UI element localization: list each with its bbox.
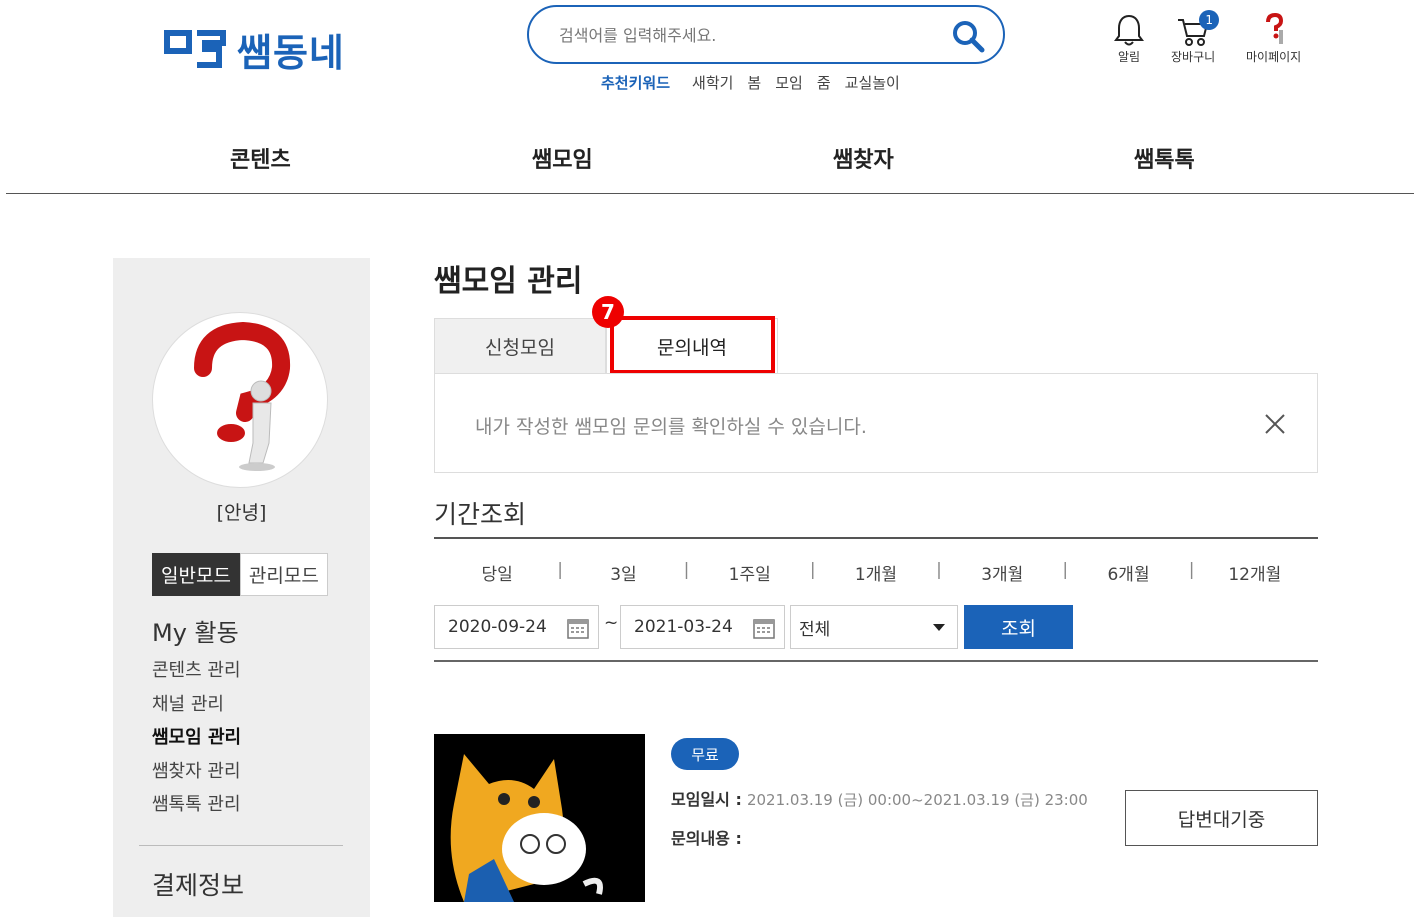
period-options: 당일 3일 1주일 1개월 3개월 6개월 12개월 xyxy=(434,560,1318,585)
keyword-item[interactable]: 새학기 xyxy=(692,72,733,93)
answer-status-button[interactable]: 답변대기중 xyxy=(1125,790,1318,846)
calendar-icon[interactable] xyxy=(566,616,590,640)
logo-icon xyxy=(164,29,226,68)
sidebar-divider xyxy=(139,845,343,846)
meeting-datetime: 모임일시 : 2021.03.19 (금) 00:00~2021.03.19 (… xyxy=(671,786,1088,810)
period-1month[interactable]: 1개월 xyxy=(810,560,939,585)
notice-box: 내가 작성한 쌤모임 문의를 확인하실 수 있습니다. xyxy=(434,373,1318,473)
close-icon[interactable] xyxy=(1263,412,1287,436)
mode-toggle: 일반모드 관리모드 xyxy=(152,553,328,596)
alarm-button[interactable]: 알림 xyxy=(1114,12,1144,65)
activity-title: My 활동 xyxy=(152,619,239,647)
keywords-label: 추천키워드 xyxy=(601,74,671,92)
nav-find-teacher[interactable]: 쌤찾자 xyxy=(833,142,894,174)
keyword-item[interactable]: 줌 xyxy=(817,72,831,93)
alarm-label: 알림 xyxy=(1117,50,1141,64)
sidebar-item-meetings[interactable]: 쌤모임 관리 xyxy=(152,723,241,757)
cart-button[interactable]: 1 장바구니 xyxy=(1171,10,1220,65)
mypage-button[interactable]: 마이페이지 xyxy=(1246,12,1301,65)
chevron-down-icon xyxy=(933,624,945,631)
sidebar-item-channel[interactable]: 채널 관리 xyxy=(152,690,241,724)
notice-text: 내가 작성한 쌤모임 문의를 확인하실 수 있습니다. xyxy=(475,416,867,438)
date-from-value: 2020-09-24 xyxy=(448,617,547,637)
period-title: 기간조회 xyxy=(434,500,527,529)
sidebar-item-contents[interactable]: 콘텐츠 관리 xyxy=(152,656,241,690)
status-select[interactable]: 전체 xyxy=(790,605,958,649)
step-marker: 7 xyxy=(592,296,624,328)
search-icon[interactable] xyxy=(951,19,985,53)
page-title: 쌤모임 관리 xyxy=(434,264,583,299)
sidebar-item-talk[interactable]: 쌤톡톡 관리 xyxy=(152,790,241,824)
calendar-icon[interactable] xyxy=(752,616,776,640)
date-to-value: 2021-03-24 xyxy=(634,617,733,637)
period-12months[interactable]: 12개월 xyxy=(1189,560,1318,585)
bell-icon xyxy=(1114,14,1144,46)
search-button[interactable]: 조회 xyxy=(964,605,1073,649)
tab-applied-meetings[interactable]: 신청모임 xyxy=(434,318,606,374)
cart-count-badge: 1 xyxy=(1199,10,1220,30)
search-input[interactable] xyxy=(559,21,939,49)
inquiry-label: 문의내용 : xyxy=(671,829,742,848)
payment-title[interactable]: 결제정보 xyxy=(152,866,244,902)
datetime-value: 2021.03.19 (금) 00:00~2021.03.19 (금) 23:0… xyxy=(746,791,1088,809)
mypage-label: 마이페이지 xyxy=(1246,50,1302,64)
date-to-field[interactable]: 2021-03-24 xyxy=(620,605,785,649)
search-bar xyxy=(527,5,1005,64)
cat-dog-illustration xyxy=(434,734,645,902)
date-separator: ~ xyxy=(604,613,619,633)
nickname: [안녕] xyxy=(216,502,267,524)
sidebar: [안녕] 일반모드 관리모드 My 활동 콘텐츠 관리 채널 관리 쌤모임 관리… xyxy=(113,258,370,917)
tab-inquiries[interactable]: 문의내역 xyxy=(606,318,778,374)
logo[interactable]: 쌤동네 xyxy=(163,22,345,77)
recommended-keywords: 추천키워드 새학기 봄 모임 줌 교실놀이 xyxy=(601,72,900,93)
admin-mode-button[interactable]: 관리모드 xyxy=(239,553,328,596)
activity-menu: 콘텐츠 관리 채널 관리 쌤모임 관리 쌤찾자 관리 쌤톡톡 관리 xyxy=(152,656,241,824)
logo-text: 쌤동네 xyxy=(237,31,345,75)
meeting-thumbnail[interactable] xyxy=(434,734,645,902)
nav-talk[interactable]: 쌤톡톡 xyxy=(1134,142,1195,174)
status-select-value: 전체 xyxy=(799,619,831,640)
period-3days[interactable]: 3일 xyxy=(557,560,686,585)
keyword-item[interactable]: 모임 xyxy=(775,72,803,93)
datetime-label: 모임일시 : xyxy=(671,790,742,809)
period-today[interactable]: 당일 xyxy=(434,560,560,585)
main-navigation: 콘텐츠 쌤모임 쌤찾자 쌤톡톡 xyxy=(6,140,1414,194)
period-3months[interactable]: 3개월 xyxy=(936,560,1065,585)
nav-meetings[interactable]: 쌤모임 xyxy=(532,142,593,174)
period-6months[interactable]: 6개월 xyxy=(1062,560,1191,585)
keyword-item[interactable]: 봄 xyxy=(747,72,761,93)
date-from-field[interactable]: 2020-09-24 xyxy=(434,605,599,649)
nav-contents[interactable]: 콘텐츠 xyxy=(230,142,291,174)
divider xyxy=(434,660,1318,662)
period-1week[interactable]: 1주일 xyxy=(684,560,813,585)
keyword-item[interactable]: 교실놀이 xyxy=(845,72,900,93)
divider xyxy=(434,537,1318,539)
cart-label: 장바구니 xyxy=(1171,50,1216,64)
general-mode-button[interactable]: 일반모드 xyxy=(152,553,240,596)
inquiry-content: 문의내용 : xyxy=(671,825,742,849)
sidebar-item-find-teacher[interactable]: 쌤찾자 관리 xyxy=(152,757,241,791)
question-figure-icon xyxy=(194,321,291,471)
avatar[interactable] xyxy=(152,312,328,488)
price-badge: 무료 xyxy=(671,738,739,770)
question-figure-icon xyxy=(1265,12,1283,44)
